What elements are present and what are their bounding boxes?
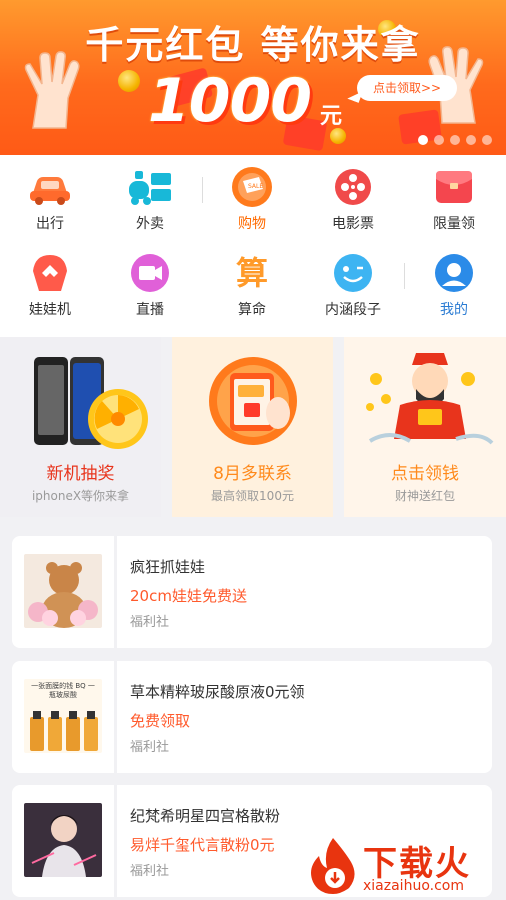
grid-label: 内涵段子 <box>325 302 381 318</box>
grid-item-claw-machine[interactable]: 娃娃机 <box>0 253 100 319</box>
promo-subtitle: iphoneX等你来拿 <box>31 489 130 503</box>
wealth-god-image <box>366 353 494 445</box>
smiley-icon <box>330 253 376 293</box>
grid-label: 外卖 <box>136 216 164 232</box>
claw-machine-icon <box>27 253 73 293</box>
list-item[interactable]: 一张面膜的钱 BQ 一瓶玻尿酸 草本精粹玻尿酸原液0元领 免费领取 福利社 <box>12 661 492 773</box>
grid-label: 购物 <box>238 216 266 232</box>
watermark: 下载火 xiazaihuo.com <box>301 830 506 900</box>
item-title: 疯狂抓娃娃 <box>130 558 206 576</box>
grid-label: 电影票 <box>332 216 374 232</box>
user-avatar-icon <box>431 253 477 293</box>
plush-toys-thumb <box>24 554 102 628</box>
grid-label: 出行 <box>36 216 64 232</box>
carousel-dot[interactable] <box>418 135 428 145</box>
carousel-dot[interactable] <box>434 135 444 145</box>
watermark-url: xiazaihuo.com <box>363 878 464 894</box>
carousel-dot[interactable] <box>482 135 492 145</box>
grid-label: 直播 <box>136 302 164 318</box>
fire-logo-icon <box>311 838 355 894</box>
phone-bonus-image <box>209 357 297 445</box>
grid-item-movie[interactable]: 电影票 <box>303 167 403 233</box>
grid-label: 我的 <box>440 302 468 318</box>
item-source: 福利社 <box>130 615 170 630</box>
serum-bottles-thumb: 一张面膜的钱 BQ 一瓶玻尿酸 <box>24 679 102 753</box>
grid-item-takeout[interactable]: 外卖 <box>100 167 200 233</box>
thumb-frame: 一张面膜的钱 BQ 一瓶玻尿酸 <box>12 661 117 773</box>
item-title: 纪梵希明星四宫格散粉 <box>130 807 281 825</box>
grid-item-fortune[interactable]: 算 算命 <box>202 253 302 319</box>
grid-label: 限量领 <box>433 216 475 232</box>
banner-claim-button[interactable]: 点击领取>> <box>357 75 457 101</box>
feature-grid: 出行 外卖 SALE 购物 电影票 限量领 娃娃机 直播 算 算命 内涵段子 我… <box>0 155 506 337</box>
item-highlight: 易烊千玺代言散粉0元 <box>130 836 275 854</box>
item-title: 草本精粹玻尿酸原液0元领 <box>130 683 305 701</box>
shopping-icon: SALE <box>229 167 275 207</box>
promo-card-lottery[interactable]: 新机抽奖 iphoneX等你来拿 <box>0 337 161 517</box>
item-source: 福利社 <box>130 864 170 879</box>
item-highlight: 20cm娃娃免费送 <box>130 587 247 605</box>
banner-title: 千元红包 等你来拿 <box>85 23 421 67</box>
celebrity-photo-thumb <box>24 803 102 877</box>
grid-item-shopping[interactable]: SALE 购物 <box>202 167 302 233</box>
fortune-glyph: 算 <box>235 254 268 292</box>
promo-title: 点击领钱 <box>391 464 459 484</box>
grid-item-live[interactable]: 直播 <box>100 253 200 319</box>
thumb-frame <box>12 785 117 897</box>
item-highlight: 免费领取 <box>130 712 191 730</box>
thumb-frame <box>12 536 117 648</box>
grid-label: 算命 <box>238 302 266 318</box>
banner-amount-unit: 元 <box>320 104 343 129</box>
grid-item-mine[interactable]: 我的 <box>404 253 504 319</box>
promo-card-wealth-god[interactable]: 点击领钱 财神送红包 <box>344 337 506 517</box>
item-source: 福利社 <box>130 740 170 755</box>
film-reel-icon <box>330 167 376 207</box>
list-item[interactable]: 疯狂抓娃娃 20cm娃娃免费送 福利社 <box>12 536 492 648</box>
app-screen: 千元红包 等你来拿 1000 元 点击领取>> 出行 外卖 SALE 购物 电影… <box>0 0 506 900</box>
banner-amount: 1000 <box>148 66 312 136</box>
promo-subtitle: 财神送红包 <box>394 489 455 503</box>
grid-item-travel[interactable]: 出行 <box>0 167 100 233</box>
phone-prize-image <box>34 357 148 449</box>
car-icon <box>27 167 73 207</box>
carousel-dot[interactable] <box>466 135 476 145</box>
svg-text:SALE: SALE <box>248 183 263 190</box>
promo-banner[interactable]: 千元红包 等你来拿 1000 元 点击领取>> <box>0 0 506 155</box>
promo-subtitle: 最高领取100元 <box>211 489 294 503</box>
takeout-icon <box>127 167 173 207</box>
fortune-character-icon: 算 <box>229 253 275 293</box>
promo-card-august[interactable]: 8月多联系 最高领取100元 <box>172 337 333 517</box>
gold-coin-decoration <box>118 70 140 92</box>
carousel-dots[interactable] <box>418 135 492 145</box>
promo-cards: 新机抽奖 iphoneX等你来拿 8月多联系 最高领取100元 点击领钱 财神送… <box>0 337 506 517</box>
carousel-dot[interactable] <box>450 135 460 145</box>
grid-label: 娃娃机 <box>29 302 71 318</box>
grid-item-jokes[interactable]: 内涵段子 <box>303 253 403 319</box>
thumb-caption: 一张面膜的钱 BQ 一瓶玻尿酸 <box>31 682 95 699</box>
video-camera-icon <box>127 253 173 293</box>
promo-title: 新机抽奖 <box>46 464 115 484</box>
red-envelope-icon <box>431 167 477 207</box>
grid-item-limited[interactable]: 限量领 <box>404 167 504 233</box>
gold-coin-decoration <box>330 128 346 144</box>
promo-title: 8月多联系 <box>213 464 292 484</box>
